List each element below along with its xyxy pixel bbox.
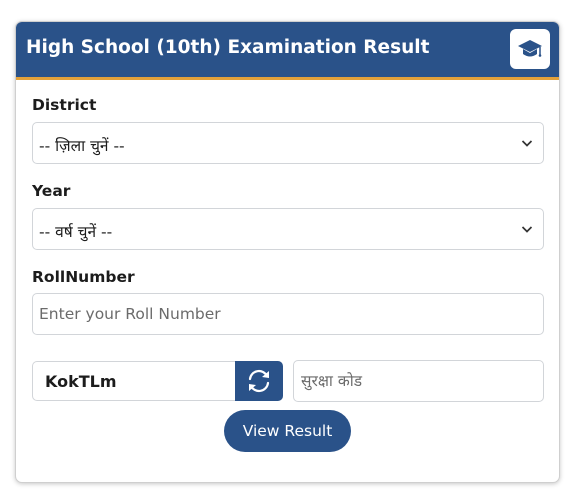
chevron-down-icon <box>521 226 533 233</box>
district-label: District <box>32 96 97 114</box>
page-title: High School (10th) Examination Result <box>26 37 430 58</box>
roll-number-input[interactable] <box>32 293 544 335</box>
year-label: Year <box>32 182 71 200</box>
roll-number-label: RollNumber <box>32 268 135 286</box>
refresh-captcha-button[interactable] <box>235 361 283 401</box>
refresh-icon <box>248 369 270 393</box>
graduation-cap-icon <box>518 40 542 57</box>
view-result-button[interactable]: View Result <box>224 410 351 452</box>
card-header: High School (10th) Examination Result <box>16 22 559 80</box>
district-select-value: -- ज़िला चुनें -- <box>39 137 125 155</box>
security-code-input[interactable] <box>293 360 544 402</box>
chevron-down-icon <box>521 140 533 147</box>
captcha-display: KokTLm <box>32 361 236 401</box>
year-select-value: -- वर्ष चुनें -- <box>39 223 113 241</box>
result-card: High School (10th) Examination Result Di… <box>15 21 560 483</box>
district-select[interactable]: -- ज़िला चुनें -- <box>32 122 544 164</box>
captcha-code: KokTLm <box>45 372 117 391</box>
year-select[interactable]: -- वर्ष चुनें -- <box>32 208 544 250</box>
graduation-cap-icon-box <box>510 29 550 69</box>
